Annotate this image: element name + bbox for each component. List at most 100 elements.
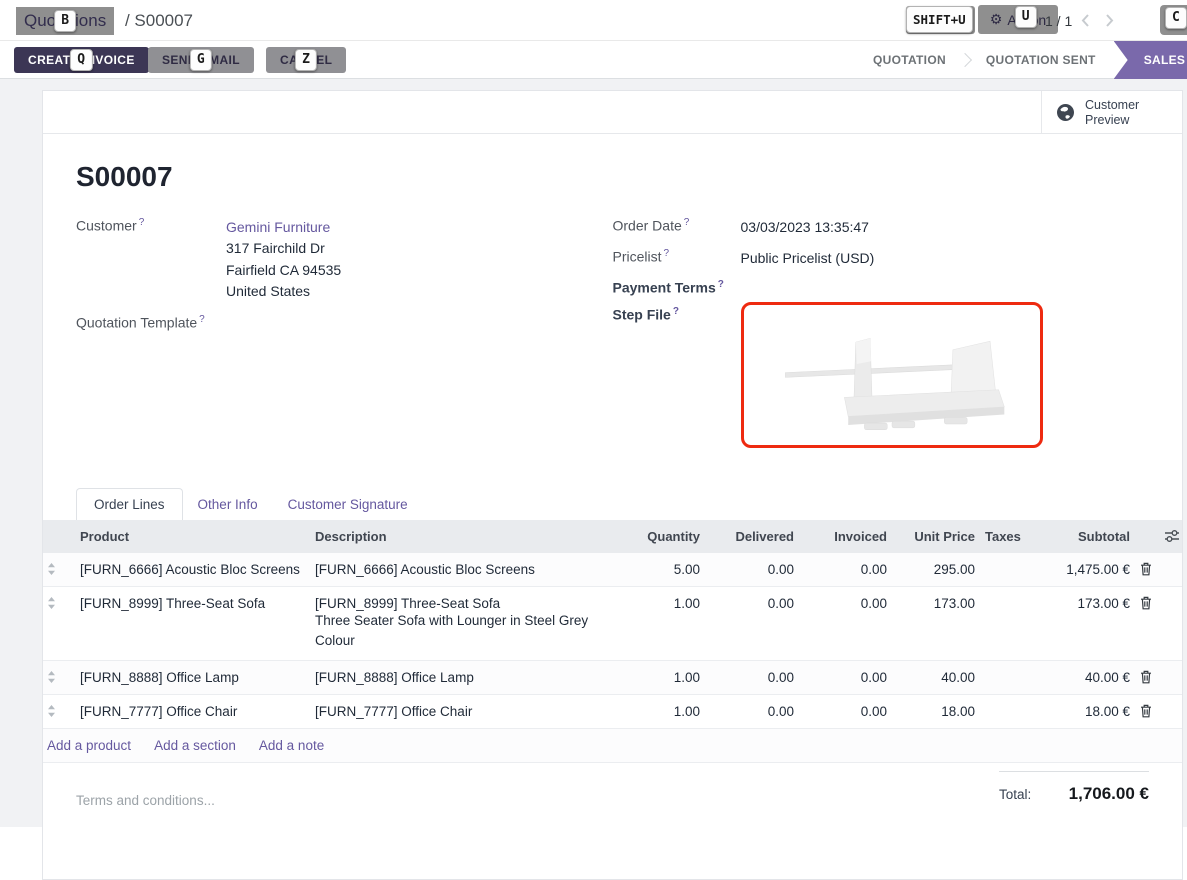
subtotal-cell: 173.00 €	[1036, 586, 1136, 660]
pager-previous-icon[interactable]	[1080, 13, 1092, 28]
add-a-section-link[interactable]: Add a section	[154, 738, 236, 753]
sliders-icon	[1164, 529, 1180, 543]
quantity-cell[interactable]: 1.00	[616, 660, 706, 694]
send-email-button[interactable]: SEND EMAIL G	[148, 47, 254, 73]
unit-price-cell[interactable]: 295.00	[893, 553, 981, 587]
highlighted-button[interactable]: SHIFT+U	[906, 6, 975, 34]
terms-and-conditions-input[interactable]: Terms and conditions...	[76, 793, 215, 808]
column-header-delivered[interactable]: Delivered	[706, 520, 800, 553]
invoiced-cell[interactable]: 0.00	[800, 586, 893, 660]
drag-handle-icon	[47, 670, 56, 684]
order-line-row[interactable]: [FURN_7777] Office Chair [FURN_7777] Off…	[43, 694, 1182, 728]
hint-badge-z: Z	[295, 49, 317, 71]
customer-address: 317 Fairchild Dr Fairfield CA 94535 Unit…	[226, 238, 341, 303]
add-a-note-link[interactable]: Add a note	[259, 738, 324, 753]
column-header-description[interactable]: Description	[311, 520, 616, 553]
delete-row-button[interactable]	[1136, 694, 1160, 728]
step-file-field-label: Step File?	[613, 306, 741, 448]
column-header-quantity[interactable]: Quantity	[616, 520, 706, 553]
delivered-cell[interactable]: 0.00	[706, 694, 800, 728]
order-line-row[interactable]: [FURN_8888] Office Lamp [FURN_8888] Offi…	[43, 660, 1182, 694]
drag-handle[interactable]	[43, 586, 76, 660]
delete-row-button[interactable]	[1136, 553, 1160, 587]
help-marker: ?	[684, 217, 690, 228]
column-header-invoiced[interactable]: Invoiced	[800, 520, 893, 553]
taxes-cell[interactable]	[981, 586, 1036, 660]
invoiced-cell[interactable]: 0.00	[800, 553, 893, 587]
gear-icon: ⚙	[990, 12, 1003, 28]
delivered-cell[interactable]: 0.00	[706, 660, 800, 694]
subtotal-cell: 40.00 €	[1036, 660, 1136, 694]
help-marker: ?	[664, 248, 670, 259]
trash-column-header	[1136, 520, 1160, 553]
description-cell[interactable]: [FURN_8888] Office Lamp	[311, 660, 616, 694]
column-header-subtotal[interactable]: Subtotal	[1036, 520, 1136, 553]
optional-columns-button[interactable]	[1160, 520, 1182, 553]
product-cell[interactable]: [FURN_8999] Three-Seat Sofa	[76, 586, 311, 660]
order-line-row[interactable]: [FURN_6666] Acoustic Bloc Screens [FURN_…	[43, 553, 1182, 587]
field-customer: Customer? Gemini Furniture 317 Fairchild…	[76, 217, 613, 303]
description-cell[interactable]: [FURN_7777] Office Chair	[311, 694, 616, 728]
top-navigation-bar: Quotations B / S00007 SHIFT+U ⚙ Action U…	[0, 0, 1187, 41]
quantity-cell[interactable]: 5.00	[616, 553, 706, 587]
delivered-cell[interactable]: 0.00	[706, 553, 800, 587]
pager-next-icon[interactable]	[1103, 13, 1115, 28]
taxes-cell[interactable]	[981, 660, 1036, 694]
status-step-sales-order-active[interactable]: SALES ORDER	[1114, 41, 1187, 79]
field-group: Customer? Gemini Furniture 317 Fairchild…	[76, 217, 1149, 458]
tab-order-lines[interactable]: Order Lines	[76, 488, 183, 520]
partially-visible-button[interactable]: C	[1160, 5, 1187, 35]
order-line-row[interactable]: [FURN_8999] Three-Seat Sofa [FURN_8999] …	[43, 586, 1182, 660]
unit-price-cell[interactable]: 40.00	[893, 660, 981, 694]
breadcrumb-quotations[interactable]: Quotations B	[16, 7, 114, 35]
tab-other-info[interactable]: Other Info	[183, 489, 273, 520]
order-date-value[interactable]: 03/03/2023 13:35:47	[741, 217, 869, 238]
invoiced-cell[interactable]: 0.00	[800, 694, 893, 728]
pricelist-value[interactable]: Public Pricelist (USD)	[741, 248, 875, 269]
drag-handle[interactable]	[43, 553, 76, 587]
subtotal-cell: 18.00 €	[1036, 694, 1136, 728]
quantity-cell[interactable]: 1.00	[616, 694, 706, 728]
create-invoice-button[interactable]: CREATE INVOICE Q	[14, 47, 149, 73]
taxes-cell[interactable]	[981, 553, 1036, 587]
customer-link[interactable]: Gemini Furniture	[226, 219, 330, 235]
drag-handle[interactable]	[43, 660, 76, 694]
status-pipeline: QUOTATION QUOTATION SENT SALES ORDER	[873, 41, 1187, 79]
delete-row-button[interactable]	[1136, 586, 1160, 660]
column-header-product[interactable]: Product	[76, 520, 311, 553]
status-step-quotation[interactable]: QUOTATION	[873, 53, 946, 67]
delivered-cell[interactable]: 0.00	[706, 586, 800, 660]
hint-badge-c: C	[1165, 7, 1187, 29]
product-cell[interactable]: [FURN_6666] Acoustic Bloc Screens	[76, 553, 311, 587]
address-line: United States	[226, 281, 341, 303]
handle-column-header	[43, 520, 76, 553]
hint-badge-g: G	[190, 49, 212, 71]
product-cell[interactable]: [FURN_8888] Office Lamp	[76, 660, 311, 694]
column-header-unit-price[interactable]: Unit Price	[893, 520, 981, 553]
status-step-quotation-sent[interactable]: QUOTATION SENT	[986, 53, 1096, 67]
delete-row-button[interactable]	[1136, 660, 1160, 694]
product-cell[interactable]: [FURN_7777] Office Chair	[76, 694, 311, 728]
quantity-cell[interactable]: 1.00	[616, 586, 706, 660]
table-footer-links-row: Add a product Add a section Add a note	[43, 728, 1182, 762]
description-cell[interactable]: [FURN_8999] Three-Seat Sofa Three Seater…	[311, 586, 616, 660]
drag-handle[interactable]	[43, 694, 76, 728]
field-pricelist: Pricelist? Public Pricelist (USD)	[613, 248, 1150, 269]
taxes-cell[interactable]	[981, 694, 1036, 728]
help-marker: ?	[673, 306, 679, 317]
sheet-footer: Terms and conditions... Total: 1,706.00 …	[43, 763, 1182, 838]
tab-customer-signature[interactable]: Customer Signature	[273, 489, 423, 520]
customer-preview-button[interactable]: Customer Preview	[1041, 91, 1182, 134]
invoiced-cell[interactable]: 0.00	[800, 660, 893, 694]
hint-badge-q: Q	[70, 49, 92, 71]
unit-price-cell[interactable]: 173.00	[893, 586, 981, 660]
unit-price-cell[interactable]: 18.00	[893, 694, 981, 728]
column-header-taxes[interactable]: Taxes	[981, 520, 1036, 553]
cancel-button[interactable]: CANCEL Z	[266, 47, 346, 73]
step-file-image[interactable]	[741, 302, 1043, 448]
total-box: Total: 1,706.00 €	[999, 771, 1149, 808]
field-payment-terms: Payment Terms?	[613, 279, 1150, 296]
description-cell[interactable]: [FURN_6666] Acoustic Bloc Screens	[311, 553, 616, 587]
add-a-product-link[interactable]: Add a product	[47, 738, 131, 753]
total-label: Total:	[999, 787, 1031, 802]
